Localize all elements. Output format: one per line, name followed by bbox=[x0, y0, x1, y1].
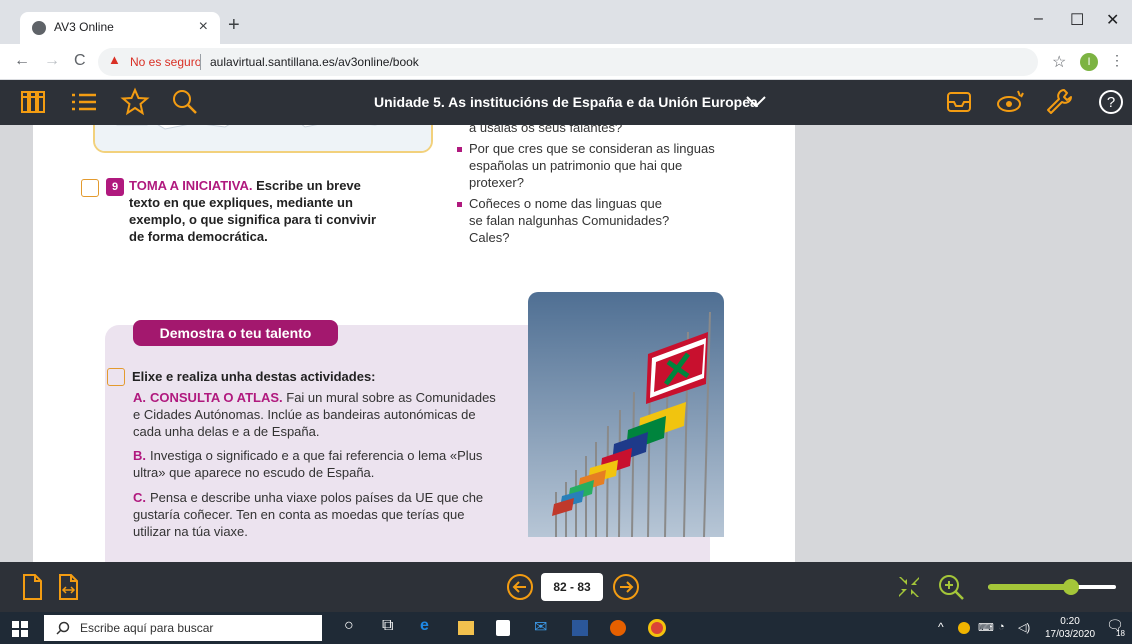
question-cut: a usalas os seus falantes? bbox=[469, 125, 623, 135]
firefox-icon[interactable] bbox=[610, 620, 626, 636]
taskbar-search-placeholder: Escribe aquí para buscar bbox=[80, 621, 214, 635]
activity-type-icon bbox=[81, 179, 99, 197]
warning-icon: ▲ bbox=[108, 52, 121, 67]
minimize-button[interactable]: – bbox=[1034, 10, 1043, 28]
map-illustration bbox=[95, 125, 431, 151]
activity-9: TOMA A INICIATIVA. Escribe un breve text… bbox=[129, 177, 379, 245]
activity-9-lead: TOMA A INICIATIVA. bbox=[129, 178, 253, 193]
book-viewport[interactable]: a usalas os seus falantes? Por que cres … bbox=[0, 125, 1132, 562]
question-2: Por que cres que se consideran as lingua… bbox=[469, 141, 715, 190]
tab-close-button[interactable]: × bbox=[199, 18, 208, 36]
clock[interactable]: 0:20 17/03/2020 bbox=[1045, 615, 1095, 641]
bookmark-star-icon[interactable]: ☆ bbox=[1052, 52, 1066, 72]
tray-app-icon[interactable] bbox=[958, 622, 970, 634]
browser-menu-icon[interactable]: ⋮ bbox=[1110, 52, 1124, 69]
windows-start-icon[interactable] bbox=[12, 621, 28, 637]
file-explorer-icon[interactable] bbox=[458, 621, 474, 635]
ime-icon[interactable]: ⌨ bbox=[978, 621, 994, 634]
store-icon[interactable] bbox=[496, 620, 510, 636]
book-page: a usalas os seus falantes? Por que cres … bbox=[33, 125, 795, 562]
app-header: Unidade 5. As institucións de España e d… bbox=[0, 80, 1132, 125]
bullet-icon bbox=[457, 202, 462, 207]
eye-icon[interactable] bbox=[994, 87, 1028, 117]
option-c: C. Pensa e describe unha viaxe polos país… bbox=[133, 489, 503, 540]
browser-tab[interactable]: AV3 Online × bbox=[20, 12, 220, 44]
volume-icon[interactable]: ◁) bbox=[1018, 621, 1030, 634]
new-tab-button[interactable]: + bbox=[228, 14, 240, 37]
security-label[interactable]: No es seguro bbox=[130, 55, 201, 69]
taskbar: Escribe aquí para buscar ○ ⧉ e ✉ ^ ⌨ ◔ ◁… bbox=[0, 612, 1132, 644]
book-title[interactable]: Unidade 5. As institucións de España e d… bbox=[374, 94, 758, 110]
flags-photo bbox=[528, 292, 724, 537]
list-icon[interactable] bbox=[70, 87, 98, 117]
page-indicator[interactable]: 82 - 83 bbox=[541, 573, 603, 601]
tab-title: AV3 Online bbox=[54, 20, 114, 34]
reload-button[interactable]: C bbox=[74, 52, 86, 70]
option-b-key: B. bbox=[133, 448, 146, 463]
chrome-icon[interactable] bbox=[648, 619, 666, 637]
edge-icon[interactable]: e bbox=[420, 617, 429, 635]
profile-avatar[interactable]: I bbox=[1080, 53, 1098, 71]
zoom-slider-fill bbox=[988, 584, 1072, 590]
address-bar: ← → C ▲ No es seguro aulavirtual.santill… bbox=[0, 44, 1132, 80]
option-c-body: Pensa e describe unha viaxe polos países… bbox=[133, 490, 484, 539]
notification-count: 18 bbox=[1116, 629, 1125, 638]
back-button[interactable]: ← bbox=[14, 52, 30, 70]
zoom-in-icon[interactable] bbox=[936, 572, 966, 602]
library-icon[interactable] bbox=[20, 87, 46, 117]
option-b: B. Investiga o significado e a que fai re… bbox=[133, 447, 503, 481]
option-b-body: Investiga o significado e a que fai refe… bbox=[133, 448, 483, 480]
svg-text:?: ? bbox=[1107, 94, 1115, 111]
window-close-button[interactable]: ✕ bbox=[1106, 10, 1119, 30]
taskbar-search[interactable]: Escribe aquí para buscar bbox=[44, 615, 322, 641]
activity-number: 9 bbox=[106, 178, 124, 196]
activity-type-icon bbox=[107, 368, 125, 386]
help-icon[interactable]: ? bbox=[1096, 87, 1126, 117]
mail-icon[interactable]: ✉ bbox=[534, 617, 547, 637]
word-icon[interactable] bbox=[572, 620, 588, 636]
task-view-icon[interactable]: ⧉ bbox=[382, 617, 393, 635]
next-page-icon[interactable] bbox=[612, 573, 640, 601]
zoom-slider-handle[interactable] bbox=[1063, 579, 1080, 595]
tray-chevron-icon[interactable]: ^ bbox=[938, 620, 944, 634]
url-field[interactable]: ▲ No es seguro aulavirtual.santillana.es… bbox=[98, 48, 1038, 76]
question-3: Coñeces o nome das linguas que se falan … bbox=[469, 196, 670, 245]
bullet-icon bbox=[457, 147, 462, 152]
prev-page-icon[interactable] bbox=[506, 573, 534, 601]
clock-date: 17/03/2020 bbox=[1045, 629, 1096, 640]
url-separator bbox=[200, 54, 201, 70]
viewer-toolbar: 82 - 83 bbox=[0, 562, 1132, 612]
talent-heading: Demostra o teu talento bbox=[133, 320, 338, 346]
network-icon[interactable]: ◔ bbox=[998, 621, 1005, 633]
fit-width-icon[interactable] bbox=[56, 572, 80, 602]
activities-intro: Elixe e realiza unha destas actividades: bbox=[132, 369, 376, 384]
flags-illustration bbox=[528, 292, 724, 537]
single-page-icon[interactable] bbox=[20, 572, 44, 602]
browser-tab-bar: AV3 Online × + – ☐ ✕ bbox=[0, 0, 1132, 44]
wrench-icon[interactable] bbox=[1044, 87, 1074, 117]
cortana-icon[interactable]: ○ bbox=[344, 617, 354, 635]
url-text[interactable]: aulavirtual.santillana.es/av3online/book bbox=[210, 55, 419, 69]
search-icon bbox=[56, 621, 70, 635]
option-a-key: A. bbox=[133, 390, 146, 405]
search-icon[interactable] bbox=[170, 87, 200, 117]
zoom-slider[interactable] bbox=[988, 579, 1116, 595]
inbox-icon[interactable] bbox=[944, 87, 974, 117]
option-c-key: C. bbox=[133, 490, 146, 505]
forward-button[interactable]: → bbox=[44, 52, 60, 70]
exit-fullscreen-icon[interactable] bbox=[896, 574, 922, 600]
favicon-icon bbox=[32, 21, 46, 35]
option-a: A. CONSULTA O ATLAS. Fai un mural sobre a… bbox=[133, 389, 503, 440]
maximize-button[interactable]: ☐ bbox=[1070, 10, 1084, 30]
chevron-down-icon[interactable] bbox=[744, 88, 768, 114]
clock-time: 0:20 bbox=[1060, 616, 1080, 627]
star-icon[interactable] bbox=[120, 87, 150, 117]
map-image bbox=[93, 125, 433, 153]
option-a-lead: CONSULTA O ATLAS. bbox=[150, 390, 283, 405]
